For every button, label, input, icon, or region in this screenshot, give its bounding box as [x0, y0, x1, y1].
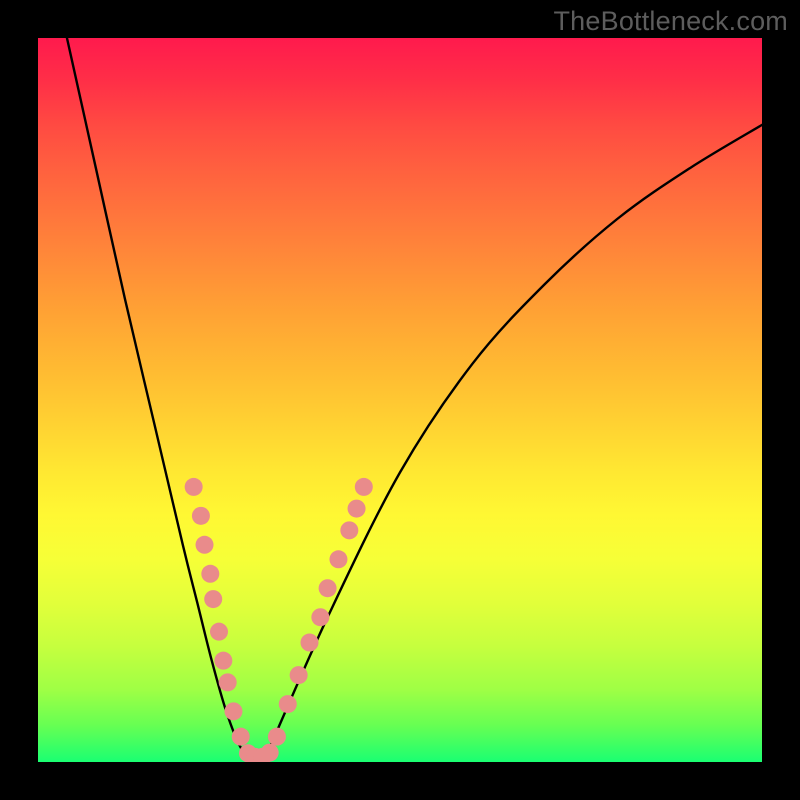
highlight-marker: [290, 666, 308, 684]
chart-container: TheBottleneck.com: [0, 0, 800, 800]
highlight-marker: [214, 652, 232, 670]
highlight-marker: [219, 673, 237, 691]
highlight-marker: [268, 728, 286, 746]
highlight-marker: [329, 550, 347, 568]
highlight-marker: [192, 507, 210, 525]
curve-group: [67, 38, 762, 762]
bottleneck-curve: [67, 38, 762, 762]
highlight-marker: [319, 579, 337, 597]
plot-area: [38, 38, 762, 762]
highlight-marker: [204, 590, 222, 608]
highlight-marker: [185, 478, 203, 496]
marker-group: [185, 478, 373, 762]
highlight-marker: [340, 521, 358, 539]
highlight-marker: [201, 565, 219, 583]
highlight-marker: [210, 623, 228, 641]
highlight-marker: [311, 608, 329, 626]
highlight-marker: [301, 634, 319, 652]
highlight-marker: [196, 536, 214, 554]
highlight-marker: [232, 728, 250, 746]
highlight-marker: [348, 500, 366, 518]
highlight-marker: [355, 478, 373, 496]
highlight-marker: [224, 702, 242, 720]
highlight-marker: [279, 695, 297, 713]
watermark-text: TheBottleneck.com: [553, 6, 788, 37]
highlight-marker: [261, 744, 279, 762]
chart-svg: [38, 38, 762, 762]
